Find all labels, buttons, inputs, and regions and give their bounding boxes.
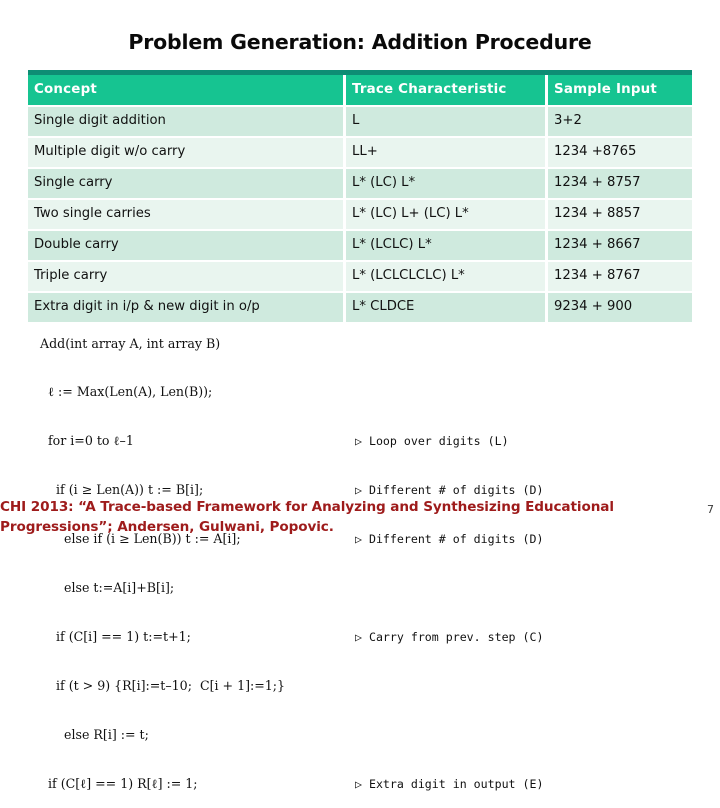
table-row: Single carry L* (LC) L* 1234 + 8757 (28, 169, 692, 200)
concept-table-container: Concept Trace Characteristic Sample Inpu… (28, 70, 692, 322)
table-body: Single digit addition L 3+2 Multiple dig… (28, 107, 692, 322)
code-line: ℓ := Max(Len(A), Len(B)); (40, 384, 700, 400)
cell-sample: 1234 + 8667 (548, 231, 692, 262)
cell-trace: L (346, 107, 548, 138)
pseudocode-block: Add(int array A, int array B) ℓ := Max(L… (40, 303, 700, 808)
cell-trace: L* (LC) L+ (LC) L* (346, 200, 548, 231)
code-text: Add(int array A, int array B) (40, 335, 221, 351)
column-header-concept: Concept (28, 75, 346, 107)
code-text: else R[i] := t; (40, 726, 149, 742)
footer-citation: CHI 2013: “A Trace-based Framework for A… (0, 497, 700, 537)
code-text: if (t > 9) {R[i]:=t–10; C[i + 1]:=1;} (40, 677, 286, 693)
cell-trace: L* (LC) L* (346, 169, 548, 200)
table-row: Multiple digit w/o carry LL+ 1234 +8765 (28, 138, 692, 169)
cell-concept: Multiple digit w/o carry (28, 138, 346, 169)
cell-sample: 3+2 (548, 107, 692, 138)
cell-sample: 1234 + 8857 (548, 200, 692, 231)
cell-concept: Triple carry (28, 262, 346, 293)
code-text: if (C[ℓ] == 1) R[ℓ] := 1; (40, 775, 198, 791)
code-line: for i=0 to ℓ–1 ▷ Loop over digits (L) (40, 433, 700, 449)
code-line: if (t > 9) {R[i]:=t–10; C[i + 1]:=1;} (40, 678, 700, 694)
cell-concept: Single digit addition (28, 107, 346, 138)
page-number: 7 (707, 503, 714, 516)
cell-trace: L* (LCLCLCLC) L* (346, 262, 548, 293)
code-line: else t:=A[i]+B[i]; (40, 580, 700, 596)
code-text: ℓ := Max(Len(A), Len(B)); (40, 384, 213, 400)
cell-concept: Double carry (28, 231, 346, 262)
cell-sample: 1234 +8765 (548, 138, 692, 169)
table-row: Double carry L* (LCLC) L* 1234 + 8667 (28, 231, 692, 262)
code-text: else t:=A[i]+B[i]; (40, 580, 175, 596)
code-comment: ▷ Carry from prev. step (C) (355, 629, 544, 644)
footer-line-2: Progressions”; Andersen, Gulwani, Popovi… (0, 519, 334, 535)
table-row: Triple carry L* (LCLCLCLC) L* 1234 + 876… (28, 262, 692, 293)
code-line: if (C[i] == 1) t:=t+1; ▷ Carry from prev… (40, 629, 700, 645)
table-header-row: Concept Trace Characteristic Sample Inpu… (28, 75, 692, 107)
cell-concept: Two single carries (28, 200, 346, 231)
cell-trace: L* (LCLC) L* (346, 231, 548, 262)
table-header: Concept Trace Characteristic Sample Inpu… (28, 75, 692, 107)
code-comment: ▷ Loop over digits (L) (355, 434, 509, 449)
code-text: for i=0 to ℓ–1 (40, 433, 134, 449)
table-row: Single digit addition L 3+2 (28, 107, 692, 138)
column-header-sample-input: Sample Input (548, 75, 692, 107)
concept-table: Concept Trace Characteristic Sample Inpu… (28, 75, 692, 322)
cell-concept: Single carry (28, 169, 346, 200)
footer-line-1: CHI 2013: “A Trace-based Framework for A… (0, 499, 614, 515)
cell-sample: 1234 + 8767 (548, 262, 692, 293)
code-line: else R[i] := t; (40, 727, 700, 743)
code-line: if (C[ℓ] == 1) R[ℓ] := 1; ▷ Extra digit … (40, 776, 700, 792)
page-title: Problem Generation: Addition Procedure (128, 30, 592, 54)
cell-trace: LL+ (346, 138, 548, 169)
column-header-trace-characteristic: Trace Characteristic (346, 75, 548, 107)
cell-sample: 1234 + 8757 (548, 169, 692, 200)
code-comment: ▷ Extra digit in output (E) (355, 776, 544, 791)
code-text: if (C[i] == 1) t:=t+1; (40, 628, 191, 644)
table-row: Two single carries L* (LC) L+ (LC) L* 12… (28, 200, 692, 231)
code-line: Add(int array A, int array B) (40, 336, 700, 352)
